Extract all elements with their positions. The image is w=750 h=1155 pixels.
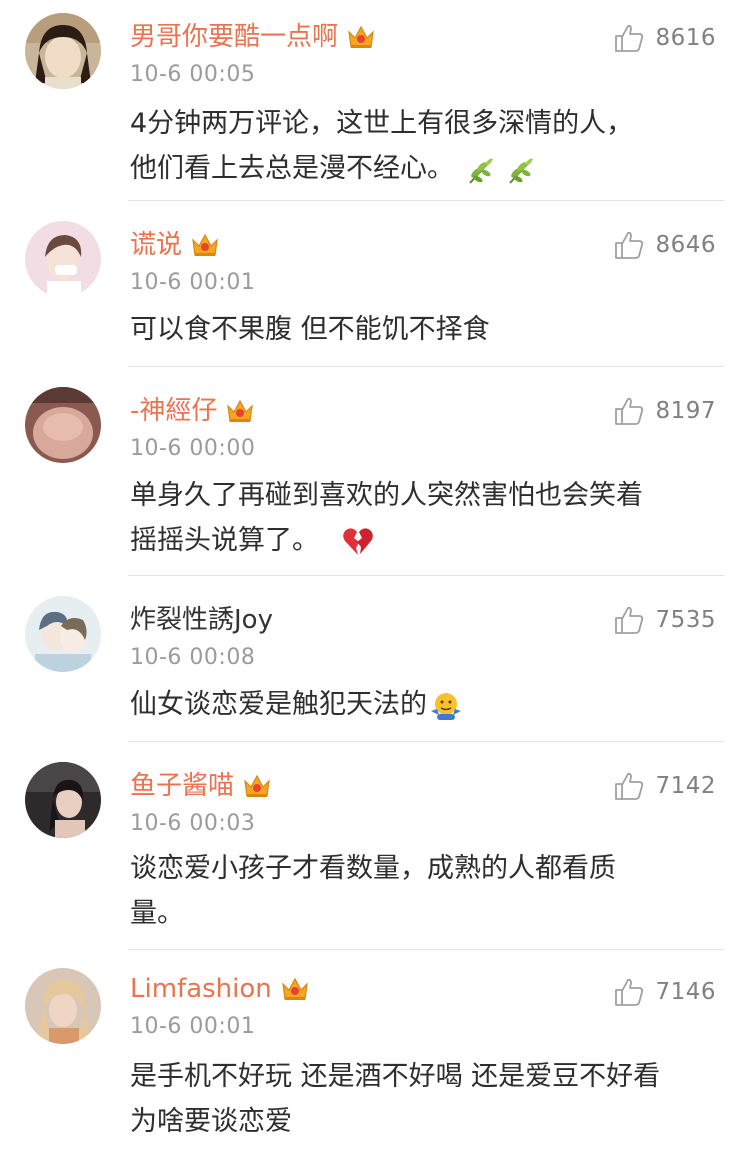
avatar[interactable] [25, 387, 101, 463]
comment-line: 是手机不好玩 还是酒不好喝 还是爱豆不好看 [130, 1061, 661, 1092]
comment-line: 谈恋爱小孩子才看数量，成熟的人都看质 [130, 853, 616, 884]
username[interactable]: Limfashion [130, 971, 272, 1007]
crown-badge-icon [281, 977, 308, 1000]
shrug-emoji-icon [431, 692, 461, 720]
comment-line: 仙女谈恋爱是触犯天法的 [130, 682, 715, 727]
thumbs-up-icon [615, 397, 644, 425]
thumbs-up-icon [615, 606, 644, 634]
name-row: -神經仔 [130, 393, 255, 429]
timestamp: 10-6 00:01 [130, 1014, 256, 1039]
comment-text: 谈恋爱小孩子才看数量，成熟的人都看质 量。 [130, 846, 715, 936]
like-count: 7146 [655, 979, 716, 1005]
username[interactable]: -神經仔 [130, 393, 217, 429]
comment-item: 谎说 10-6 00:01 8646 可以食不果腹 但不能饥不择食 [0, 201, 750, 367]
herb-icon [469, 157, 493, 184]
timestamp: 10-6 00:08 [130, 645, 256, 670]
comment-item: 鱼子酱喵 10-6 00:03 7142 谈恋爱小孩子才看数量，成熟的人都看质 … [0, 742, 750, 950]
like-count: 8616 [655, 25, 716, 51]
like-count: 8646 [655, 232, 716, 258]
like-count: 8197 [655, 398, 716, 424]
username[interactable]: 谎说 [130, 227, 182, 263]
timestamp: 10-6 00:00 [130, 436, 256, 461]
comment-line: 量。 [130, 898, 184, 929]
like-count: 7535 [655, 607, 716, 633]
avatar[interactable] [25, 596, 101, 672]
timestamp: 10-6 00:05 [130, 62, 256, 87]
timestamp: 10-6 00:01 [130, 270, 256, 295]
name-row: 炸裂性誘Joy [130, 602, 273, 638]
avatar[interactable] [25, 762, 101, 838]
like-button[interactable]: 7146 [613, 976, 716, 1008]
comment-line: 摇摇头说算了。 [130, 518, 715, 563]
avatar[interactable] [25, 13, 101, 89]
comment-item: -神經仔 10-6 00:00 8197 单身久了再碰到喜欢的人突然害怕也会笑着… [0, 367, 750, 576]
comment-line: 可以食不果腹 但不能饥不择食 [130, 314, 490, 345]
like-button[interactable]: 8197 [613, 395, 716, 427]
broken-heart-icon [343, 527, 373, 555]
comment-text: 可以食不果腹 但不能饥不择食 [130, 307, 715, 352]
like-button[interactable]: 8646 [613, 229, 716, 261]
crown-badge-icon [244, 774, 270, 797]
comment-line: 他们看上去总是漫不经心。 [130, 146, 715, 191]
crown-badge-icon [192, 233, 218, 256]
username[interactable]: 男哥你要酷一点啊 [130, 19, 338, 55]
comment-line: 为啥要谈恋爱 [130, 1106, 292, 1137]
comment-item: 男哥你要酷一点啊 10-6 00:05 8616 4分钟两万评论，这世上有很多深… [0, 0, 750, 201]
comment-text: 单身久了再碰到喜欢的人突然害怕也会笑着 摇摇头说算了。 [130, 473, 715, 563]
name-row: 鱼子酱喵 [130, 768, 272, 804]
thumbs-up-icon [615, 772, 644, 800]
username[interactable]: 炸裂性誘Joy [130, 602, 273, 638]
thumbs-up-icon [615, 231, 644, 259]
comment-item: 炸裂性誘Joy 10-6 00:08 7535 仙女谈恋爱是触犯天法的 [0, 576, 750, 742]
comment-line: 4分钟两万评论，这世上有很多深情的人， [130, 108, 634, 139]
like-button[interactable]: 7535 [613, 604, 716, 636]
avatar[interactable] [25, 968, 101, 1044]
crown-badge-icon [348, 25, 374, 48]
name-row: 男哥你要酷一点啊 [130, 19, 376, 55]
avatar[interactable] [25, 221, 101, 297]
comment-text: 仙女谈恋爱是触犯天法的 [130, 682, 715, 727]
comment-item: Limfashion 10-6 00:01 7146 是手机不好玩 还是酒不好喝… [0, 950, 750, 1155]
thumbs-up-icon [615, 978, 644, 1006]
comment-list: 男哥你要酷一点啊 10-6 00:05 8616 4分钟两万评论，这世上有很多深… [0, 0, 750, 1155]
like-count: 7142 [655, 773, 716, 799]
comment-text: 4分钟两万评论，这世上有很多深情的人， 他们看上去总是漫不经心。 [130, 101, 715, 191]
thumbs-up-icon [615, 24, 644, 52]
name-row: Limfashion [130, 971, 310, 1007]
comment-line: 单身久了再碰到喜欢的人突然害怕也会笑着 [130, 480, 643, 511]
username[interactable]: 鱼子酱喵 [130, 768, 234, 804]
like-button[interactable]: 7142 [613, 770, 716, 802]
herb-icon [509, 157, 533, 184]
like-button[interactable]: 8616 [613, 22, 716, 54]
comment-text: 是手机不好玩 还是酒不好喝 还是爱豆不好看 为啥要谈恋爱 [130, 1054, 715, 1144]
crown-badge-icon [227, 399, 254, 422]
timestamp: 10-6 00:03 [130, 811, 256, 836]
name-row: 谎说 [130, 227, 220, 263]
